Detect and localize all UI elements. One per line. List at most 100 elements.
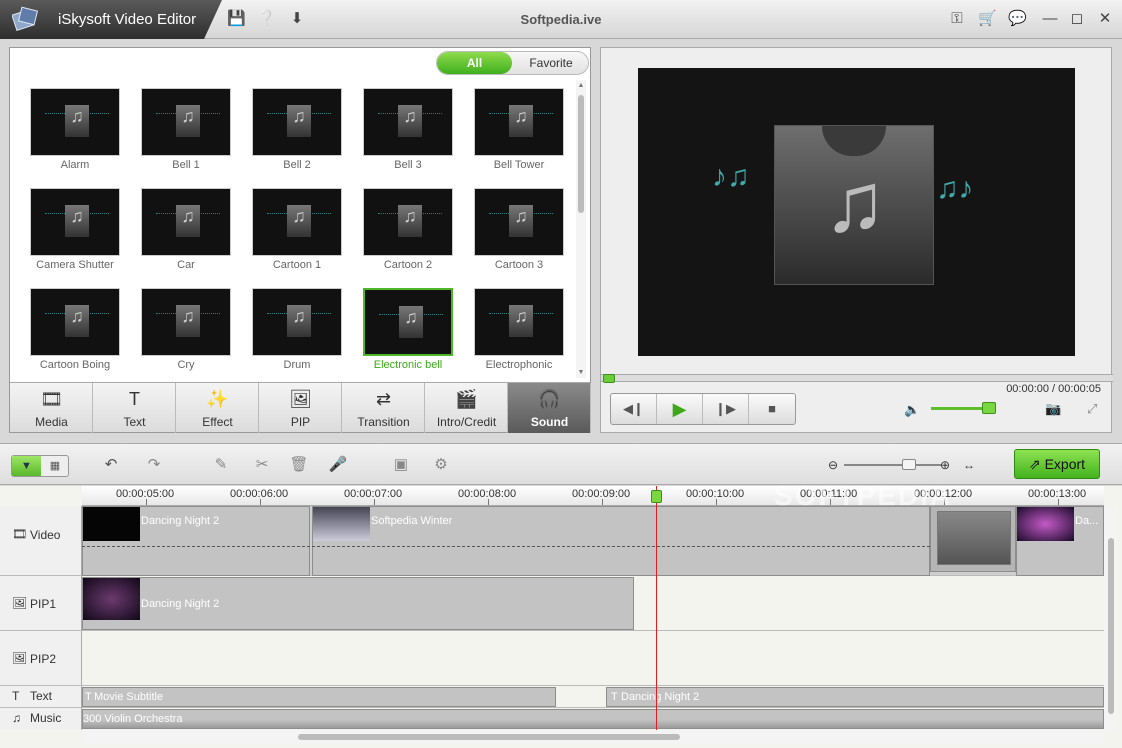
sound-item[interactable]: ♫ Electronic bell xyxy=(358,278,458,378)
fullscreen-icon[interactable]: ⤢ xyxy=(1087,401,1097,417)
tab-pip[interactable]: 🖼 PIP xyxy=(259,383,342,433)
swirl-notes-left-icon: ♪♫ xyxy=(712,160,750,193)
zoom-in-icon[interactable]: ⊕ xyxy=(934,454,956,476)
sound-item[interactable]: ♫ Car xyxy=(136,178,236,278)
pip2-track-label: PIP2 xyxy=(30,652,57,666)
save-icon[interactable]: 💾 xyxy=(227,10,246,28)
library-tabs: 🎞 Media T Text ✨ Effect 🖼 PIP ⇄ Transition 🎬 Intro/… xyxy=(10,382,591,433)
prev-frame-button[interactable]: ◀❙ xyxy=(611,394,657,424)
play-button[interactable]: ▶ xyxy=(657,394,703,424)
stop-button[interactable]: ■ xyxy=(749,394,795,424)
timeline-horizontal-scrollbar[interactable] xyxy=(82,730,1104,744)
music-note-icon: ♫ xyxy=(181,206,195,226)
music-note-icon: ♫ xyxy=(292,106,306,126)
library-scrollbar[interactable]: ▲ ▼ xyxy=(576,80,586,378)
sound-item[interactable]: ♫ Bell 1 xyxy=(136,78,236,178)
download-icon[interactable]: ⬇ xyxy=(288,10,306,28)
edit-icon[interactable]: ✎ xyxy=(210,454,232,476)
playhead[interactable] xyxy=(656,486,657,730)
video-clip[interactable]: Dancing Night 2 xyxy=(82,506,310,576)
minimize-icon[interactable]: — xyxy=(1041,10,1059,28)
scroll-thumb[interactable] xyxy=(298,734,680,740)
sound-thumbnail: ♫ xyxy=(363,288,453,356)
redo-icon[interactable]: ↷ xyxy=(143,454,165,476)
timeline-vertical-scrollbar[interactable] xyxy=(1104,506,1118,730)
music-icon: ♫ xyxy=(12,711,21,725)
clip-label: Movie Subtitle xyxy=(94,691,164,703)
seek-handle[interactable] xyxy=(603,374,615,383)
video-clip[interactable]: Da... xyxy=(1016,506,1104,576)
tab-effect[interactable]: ✨ Effect xyxy=(176,383,259,433)
maximize-icon[interactable]: ◻ xyxy=(1068,10,1086,28)
sound-item[interactable]: ♫ Drum xyxy=(247,278,347,378)
swirl-notes-right-icon: ♫♪ xyxy=(936,172,974,205)
storyboard-view-icon[interactable]: ▦ xyxy=(41,456,69,476)
timeline-view-icon[interactable]: ▼ xyxy=(12,456,41,476)
volume-slider[interactable] xyxy=(931,407,989,410)
tab-sound[interactable]: 🎧 Sound xyxy=(508,383,591,433)
tab-media[interactable]: 🎞 Media xyxy=(10,383,93,433)
zoom-handle[interactable] xyxy=(902,459,916,470)
text-clip[interactable]: T Dancing Night 2 xyxy=(606,687,1104,707)
volume-handle[interactable] xyxy=(982,402,996,414)
next-frame-button[interactable]: ❙▶ xyxy=(703,394,749,424)
tab-transition[interactable]: ⇄ Transition xyxy=(342,383,425,433)
pip2-track: 🖼 PIP2 xyxy=(0,631,1104,686)
scroll-thumb[interactable] xyxy=(1108,538,1114,714)
sound-thumbnail: ♫ xyxy=(252,188,342,256)
sound-item[interactable]: ♫ Cartoon 1 xyxy=(247,178,347,278)
sound-item[interactable]: ♫ Alarm xyxy=(25,78,125,178)
tab-intro-credit[interactable]: 🎬 Intro/Credit xyxy=(425,383,508,433)
music-note-icon: ♫ xyxy=(823,155,887,249)
text-clip-icon: T xyxy=(85,691,92,703)
video-clip[interactable]: Softpedia Winter xyxy=(312,506,930,576)
scroll-thumb[interactable] xyxy=(578,95,584,213)
time-ruler[interactable]: 00:00:05:00 00:00:06:00 00:00:07:00 00:00:0… xyxy=(82,486,1104,506)
sound-item[interactable]: ♫ Camera Shutter xyxy=(25,178,125,278)
music-clip[interactable]: 300 Violin Orchestra xyxy=(82,709,1104,729)
sound-item-label: Electrophonic xyxy=(485,359,553,371)
pip-clip[interactable]: Dancing Night 2 xyxy=(82,577,634,630)
transition-clip[interactable] xyxy=(930,506,1016,572)
filter-favorite-button[interactable]: Favorite xyxy=(513,52,588,74)
sound-item[interactable]: ♫ Cartoon Boing xyxy=(25,278,125,378)
delete-icon[interactable]: 🗑 xyxy=(288,454,310,476)
settings-icon[interactable]: ⚙ xyxy=(430,454,452,476)
sound-item[interactable]: ♫ Cartoon 2 xyxy=(358,178,458,278)
sound-item[interactable]: ♫ Cartoon 3 xyxy=(469,178,569,278)
help-icon[interactable]: ❔ xyxy=(257,10,276,28)
tab-text[interactable]: T Text xyxy=(93,383,176,433)
crop-icon[interactable]: ▣ xyxy=(390,454,412,476)
sound-item[interactable]: ♫ Bell 2 xyxy=(247,78,347,178)
filter-all-button[interactable]: All xyxy=(437,52,512,74)
snapshot-icon[interactable]: 📷 xyxy=(1045,401,1061,417)
fit-icon[interactable]: ↔ xyxy=(958,454,980,476)
cart-icon[interactable]: 🛒 xyxy=(978,10,997,28)
export-button[interactable]: ⇗ Export xyxy=(1014,449,1100,479)
volume-icon[interactable]: 🔈 xyxy=(904,402,920,418)
sound-item[interactable]: ♫ Electrophonic xyxy=(469,278,569,378)
sound-item[interactable]: ♫ Bell 3 xyxy=(358,78,458,178)
music-note-icon: ♫ xyxy=(292,206,306,226)
zoom-slider[interactable] xyxy=(844,464,942,466)
zoom-out-icon[interactable]: ⊖ xyxy=(822,454,844,476)
scroll-up-icon[interactable]: ▲ xyxy=(576,82,586,89)
seek-bar[interactable] xyxy=(601,374,1113,383)
music-note-icon: ♫ xyxy=(403,206,417,226)
wand-icon: ✨ xyxy=(206,389,229,409)
close-icon[interactable]: ✕ xyxy=(1096,10,1114,28)
text-clip[interactable]: T Movie Subtitle xyxy=(82,687,556,707)
music-note-icon: ♫ xyxy=(181,306,195,326)
playhead-handle[interactable] xyxy=(651,490,662,503)
clip-thumbnail xyxy=(83,578,140,620)
export-label: Export xyxy=(1044,456,1086,472)
sound-item[interactable]: ♫ Cry xyxy=(136,278,236,378)
cut-icon[interactable]: ✂ xyxy=(251,454,273,476)
scroll-down-icon[interactable]: ▼ xyxy=(576,369,586,376)
key-icon[interactable]: ⚿ xyxy=(948,10,966,28)
clip-thumbnail xyxy=(1017,507,1074,541)
microphone-icon[interactable]: 🎤 xyxy=(327,454,349,476)
sound-item[interactable]: ♫ Bell Tower xyxy=(469,78,569,178)
undo-icon[interactable]: ↶ xyxy=(100,454,122,476)
chat-icon[interactable]: 💬 xyxy=(1008,10,1027,28)
